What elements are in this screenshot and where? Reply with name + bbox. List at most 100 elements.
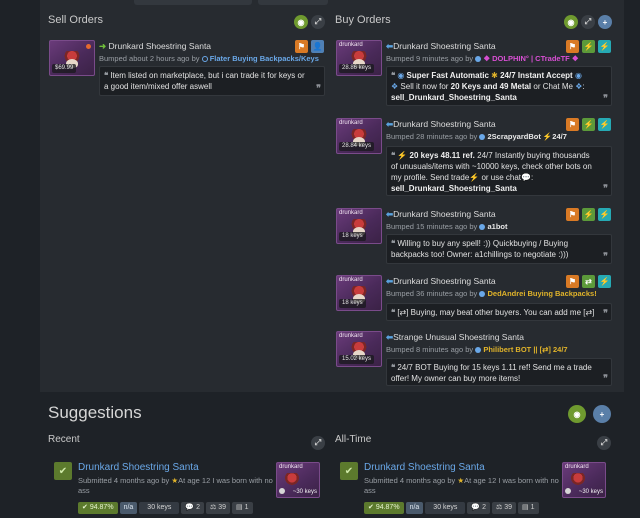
buy-order[interactable]: drunkard 28.86 keys ⬅Drunkard Shoestring… xyxy=(336,40,612,106)
status-icon xyxy=(479,134,486,140)
status-icon xyxy=(475,56,482,62)
lightning-icon[interactable]: ⚡ xyxy=(598,40,611,53)
thumb-label: drunkard xyxy=(339,333,363,339)
message-text: [⇄] Buying, may beat other buyers. You c… xyxy=(397,308,595,317)
order-title[interactable]: ➜ Drunkard Shoestring Santa xyxy=(99,41,211,52)
flag-icon[interactable]: ⚑ xyxy=(566,40,579,53)
price-tag: 28.86 keys xyxy=(339,64,375,73)
swap-icon[interactable]: ⇄ xyxy=(582,275,595,288)
quote-end-icon: ❞ xyxy=(316,83,321,93)
suggestion-thumbnail[interactable]: drunkard ~30 keys xyxy=(562,462,606,498)
order-title[interactable]: ⬅Drunkard Shoestring Santa xyxy=(386,41,496,52)
suggestions-title: Suggestions xyxy=(48,403,142,422)
buy-order[interactable]: drunkard 28.84 keys ⬅Drunkard Shoestring… xyxy=(336,118,612,196)
thumb-label: drunkard xyxy=(339,42,363,48)
item-name[interactable]: Drunkard Shoestring Santa xyxy=(393,119,496,129)
order-title[interactable]: ⬅Drunkard Shoestring Santa xyxy=(386,119,496,130)
eye-icon[interactable]: ◉ xyxy=(564,15,578,29)
message-text: Item listed on marketplace, but i can tr… xyxy=(104,71,305,91)
suggestion-thumbnail[interactable]: drunkard ~30 keys xyxy=(276,462,320,498)
quote-icon: ❝ xyxy=(391,308,396,317)
order-meta: Bumped 8 minutes ago by Philibert BOT ||… xyxy=(386,345,568,354)
suggestion-stats: ✔ 94.87% n/a 30 keys 💬 2 ⚖ 39 ▤ 1 xyxy=(78,502,253,514)
item-thumbnail[interactable]: drunkard 15.02 keys xyxy=(336,331,382,367)
user-link[interactable]: a1bot xyxy=(488,222,508,231)
bump-text: Bumped 15 minutes ago by xyxy=(386,222,478,231)
status-icon xyxy=(479,291,486,297)
message-text: or Chat Me xyxy=(533,82,573,91)
lightning-icon[interactable]: ⚡ xyxy=(598,208,611,221)
order-message: ❝ 24/7 BOT Buying for 15 keys 1.11 ref! S… xyxy=(386,358,612,386)
flag-icon[interactable]: ⚑ xyxy=(566,118,579,131)
flag-icon[interactable]: ⚑ xyxy=(566,275,579,288)
user-link[interactable]: Philibert BOT || [⇄] 24/7 xyxy=(483,345,567,354)
suggestion-card[interactable]: ✔ Drunkard Shoestring Santa Submitted 4 … xyxy=(340,462,610,516)
expand-icon[interactable]: ⤢ xyxy=(581,15,595,29)
na-badge: n/a xyxy=(405,502,424,514)
order-meta: Bumped 15 minutes ago by a1bot xyxy=(386,222,508,231)
lightning-icon[interactable]: ⚡ xyxy=(582,118,595,131)
sell-order[interactable]: $69.99 ➜ Drunkard Shoestring Santa Bumpe… xyxy=(49,40,325,100)
thumb-label: drunkard xyxy=(339,120,363,126)
submitted-text: Submitted 4 months ago by xyxy=(364,476,456,485)
item-name[interactable]: Drunkard Shoestring Santa xyxy=(109,41,212,51)
buy-order[interactable]: drunkard 18 keys ⬅Drunkard Shoestring Sa… xyxy=(336,275,612,323)
eye-icon[interactable]: ◉ xyxy=(294,15,308,29)
thumb-label: drunkard xyxy=(565,464,589,470)
item-thumbnail[interactable]: drunkard 18 keys xyxy=(336,208,382,244)
suggestion-item-name[interactable]: Drunkard Shoestring Santa xyxy=(78,462,199,473)
item-thumbnail[interactable]: drunkard 28.84 keys xyxy=(336,118,382,154)
lightning-icon[interactable]: ⚡ xyxy=(582,40,595,53)
check-icon[interactable]: ✔ xyxy=(340,462,358,480)
user-icon[interactable]: 👤 xyxy=(311,40,324,53)
gem-icon: ◉ xyxy=(574,71,582,80)
thumb-label: drunkard xyxy=(339,277,363,283)
suggestion-item-name[interactable]: Drunkard Shoestring Santa xyxy=(364,462,485,473)
trade-command: sell_Drunkard_Shoestring_Santa xyxy=(391,184,517,193)
flag-icon[interactable]: ⚑ xyxy=(566,208,579,221)
comments-count: 2 xyxy=(196,504,200,511)
eye-icon[interactable]: ◉ xyxy=(568,405,586,423)
expand-icon[interactable]: ⤢ xyxy=(311,436,325,450)
user-link[interactable]: Flater Buying Backpacks/Keys xyxy=(210,54,319,63)
flag-icon[interactable]: ⚑ xyxy=(295,40,308,53)
comments-count: 2 xyxy=(482,504,486,511)
lightning-icon[interactable]: ⚡ xyxy=(598,118,611,131)
item-thumbnail[interactable]: drunkard 18 keys xyxy=(336,275,382,311)
add-icon[interactable]: + xyxy=(598,15,612,29)
suggestion-meta: Submitted 4 months ago by ★At age 12 I w… xyxy=(364,476,559,496)
lightning-icon[interactable]: ⚡ xyxy=(582,208,595,221)
order-title[interactable]: ⬅Strange Unusual Shoestring Santa xyxy=(386,332,524,343)
item-name[interactable]: Strange Unusual Shoestring Santa xyxy=(393,332,524,342)
expand-icon[interactable]: ⤢ xyxy=(311,15,325,29)
sell-orders-title: Sell Orders xyxy=(48,14,104,26)
expand-icon[interactable]: ⤢ xyxy=(597,436,611,450)
user-link[interactable]: 2ScrapyardBot ⚡24/7 xyxy=(488,132,567,141)
item-name[interactable]: Drunkard Shoestring Santa xyxy=(393,209,496,219)
order-meta: Bumped about 2 hours ago by Flater Buyin… xyxy=(99,54,319,63)
check-icon[interactable]: ✔ xyxy=(54,462,72,480)
buy-order[interactable]: drunkard 18 keys ⬅Drunkard Shoestring Sa… xyxy=(336,208,612,264)
item-thumbnail[interactable]: $69.99 xyxy=(49,40,95,76)
order-title[interactable]: ⬅Drunkard Shoestring Santa xyxy=(386,276,496,287)
price-tag: 18 keys xyxy=(339,299,366,308)
approval-badge: ✔ 94.87% xyxy=(364,502,404,514)
suggestion-card[interactable]: ✔ Drunkard Shoestring Santa Submitted 4 … xyxy=(54,462,324,516)
keys-badge: 30 keys xyxy=(139,502,180,514)
status-icon xyxy=(479,224,486,230)
top-tab-right[interactable] xyxy=(258,0,328,5)
na-badge: n/a xyxy=(119,502,138,514)
top-tab-left[interactable] xyxy=(134,0,252,5)
lightning-icon[interactable]: ⚡ xyxy=(598,275,611,288)
item-name[interactable]: Drunkard Shoestring Santa xyxy=(393,41,496,51)
buy-order[interactable]: drunkard 15.02 keys ⬅Strange Unusual Sho… xyxy=(336,331,612,387)
sell-arrow-icon: ➜ xyxy=(99,41,107,51)
hat-image xyxy=(571,473,585,487)
item-name[interactable]: Drunkard Shoestring Santa xyxy=(393,276,496,286)
add-icon[interactable]: + xyxy=(593,405,611,423)
order-title[interactable]: ⬅Drunkard Shoestring Santa xyxy=(386,209,496,220)
user-link[interactable]: ❖ DOLPHIN° | CTradeTF ❖ xyxy=(483,54,578,63)
votes-badge: ⚖ 39 xyxy=(492,502,517,514)
item-thumbnail[interactable]: drunkard 28.86 keys xyxy=(336,40,382,76)
user-link[interactable]: DedAndrei Buying Backpacks! xyxy=(488,289,597,298)
